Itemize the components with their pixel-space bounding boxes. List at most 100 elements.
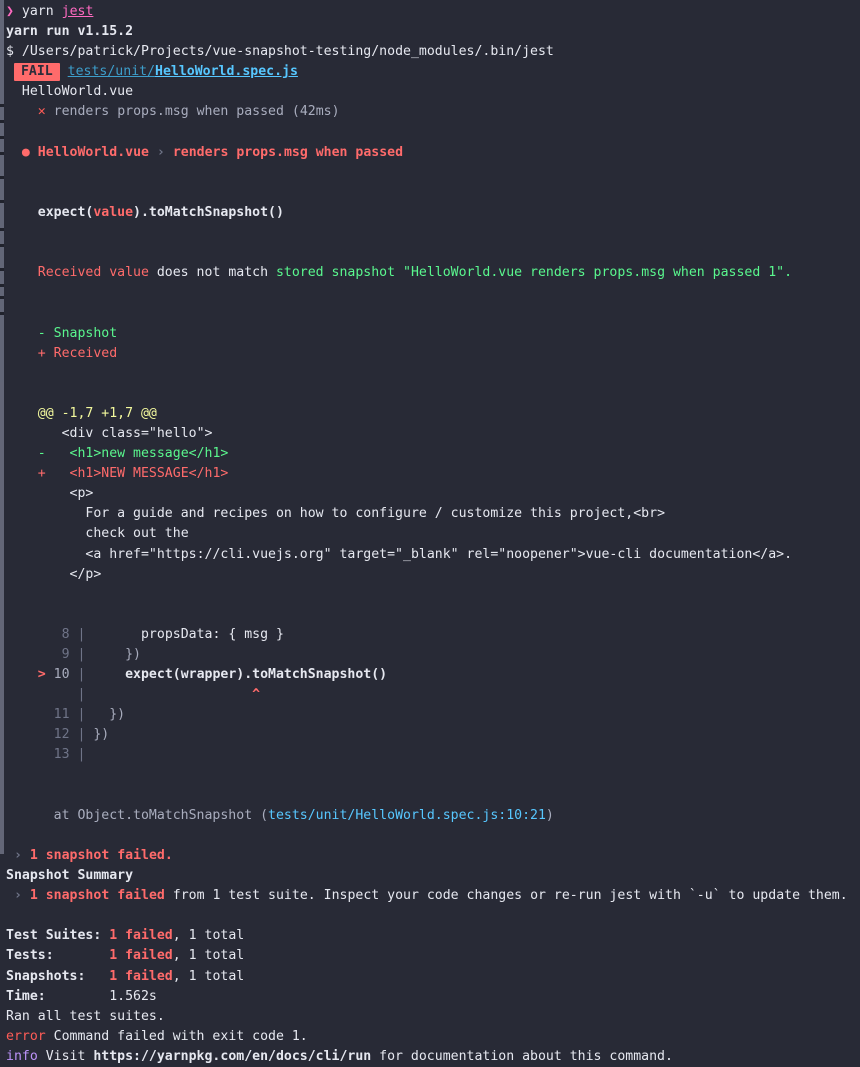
ran-all-text: Ran all test suites.	[6, 1008, 165, 1024]
yarn-binary-line: $ /Users/patrick/Projects/vue-snapshot-t…	[6, 42, 860, 62]
command-line: ❯ yarn jest	[6, 2, 860, 22]
info-line: info Visit https://yarnpkg.com/en/docs/c…	[6, 1047, 860, 1067]
diff-line-context: <a href="https://cli.vuejs.org" target="…	[6, 545, 860, 565]
totals-label: Test Suites:	[6, 928, 110, 944]
dollar-sign: $	[6, 44, 14, 60]
arrow-icon: ›	[13, 888, 22, 904]
error-line: error Command failed with exit code 1.	[6, 1027, 860, 1047]
yarn-version-text: yarn run v1.15.2	[6, 24, 134, 40]
message-snapshot-name: "HelloWorld.vue renders props.msg when p…	[395, 265, 793, 281]
code-frame-code: expect(wrapper).toMatchSnapshot()	[93, 667, 388, 683]
totals-row: Time: 1.562s	[6, 987, 860, 1007]
totals-rest: , 1 total	[172, 928, 245, 944]
diff-sign: -	[37, 446, 46, 462]
code-frame-marker	[6, 687, 54, 702]
code-frame-row: > 10 | expect(wrapper).toMatchSnapshot()	[6, 665, 860, 685]
diff-sign	[38, 486, 46, 501]
diff-sign	[38, 426, 46, 441]
diff-text: <div class="hello">	[45, 425, 213, 441]
arrow-icon: ›	[13, 847, 22, 863]
legend-snapshot: - Snapshot	[37, 325, 118, 341]
totals-failed-count: 1 failed	[109, 928, 173, 944]
snapshot-failed-long-rest: from 1 test suite. Inspect your code cha…	[164, 888, 848, 904]
failure-message-line: Received value does not match stored sna…	[6, 263, 860, 283]
info-prefix: Visit	[37, 1048, 94, 1064]
diff-line-context: <div class="hello">	[6, 424, 860, 444]
suite-name: HelloWorld.vue	[21, 84, 134, 100]
diff-line-removed: - <h1>new message</h1>	[6, 444, 860, 464]
diff-line-added: + <h1>NEW MESSAGE</h1>	[6, 464, 860, 484]
legend-received: + Received	[37, 345, 118, 361]
stack-location[interactable]: tests/unit/HelloWorld.spec.js:10:21	[268, 808, 546, 823]
matcher-line: expect(value).toMatchSnapshot()	[6, 203, 860, 223]
diff-hunk-header-line: @@ -1,7 +1,7 @@	[6, 404, 860, 424]
cross-icon: ✕	[37, 104, 46, 120]
diff-text: </p>	[45, 566, 102, 582]
totals-row: Tests: 1 failed, 1 total	[6, 946, 860, 966]
fail-header-line: FAIL tests/unit/HelloWorld.spec.js	[6, 62, 860, 82]
info-url[interactable]: https://yarnpkg.com/en/docs/cli/run	[93, 1049, 371, 1064]
snapshot-failed-long-red: 1 snapshot failed	[29, 888, 165, 904]
snapshot-summary-heading: Snapshot Summary	[6, 868, 134, 884]
totals-block: Test Suites: 1 failed, 1 total Tests: 1 f…	[6, 926, 860, 1006]
fail-path-file[interactable]: HelloWorld.spec.js	[155, 64, 298, 79]
totals-label: Time:	[6, 988, 110, 1004]
code-frame-bar: |	[69, 667, 94, 683]
stack-close-paren: )	[545, 807, 554, 823]
diff-body: <div class="hello"> - <h1>new message</h…	[6, 424, 860, 585]
code-frame-marker	[6, 727, 54, 742]
suite-name-line: HelloWorld.vue	[6, 82, 860, 102]
diff-text: <p>	[45, 486, 94, 502]
code-frame-marker	[6, 647, 54, 662]
code-frame-marker: >	[6, 667, 54, 683]
info-suffix: for documentation about this command.	[371, 1048, 673, 1064]
code-frame-line-number: 13	[53, 747, 70, 763]
test-result-line: ✕ renders props.msg when passed (42ms)	[6, 102, 860, 122]
diff-text: check out the	[45, 526, 189, 542]
snapshot-failed-long-line: › 1 snapshot failed from 1 test suite. I…	[6, 886, 860, 906]
diff-text: <h1>NEW MESSAGE</h1>	[45, 466, 229, 482]
failure-suite: HelloWorld.vue	[37, 144, 149, 160]
code-frame-marker	[6, 627, 54, 642]
diff-sign	[38, 547, 46, 562]
diff-hunk-header: @@ -1,7 +1,7 @@	[37, 405, 157, 421]
info-tag: info	[6, 1048, 38, 1064]
legend-received-line: + Received	[6, 344, 860, 364]
test-duration: (42ms)	[291, 104, 340, 120]
diff-line-context: <p>	[6, 484, 860, 504]
message-middle: does not match	[148, 265, 276, 281]
totals-failed-count: 1 failed	[109, 968, 173, 984]
code-frame-bar: |	[69, 727, 94, 743]
yarn-version-line: yarn run v1.15.2	[6, 22, 860, 42]
ran-all-line: Ran all test suites.	[6, 1007, 860, 1027]
test-name: renders props.msg when passed	[53, 104, 284, 120]
code-frame: 8 | propsData: { msg } 9 | }) > 10 | exp…	[6, 625, 860, 766]
terminal-output: ❯ yarn jest yarn run v1.15.2 $ /Users/pa…	[0, 2, 860, 1067]
snapshot-failed-short-line: › 1 snapshot failed.	[6, 846, 860, 866]
diff-sign	[38, 526, 46, 541]
code-frame-bar: |	[69, 747, 94, 763]
fail-path-dir[interactable]: tests/unit/	[68, 64, 155, 79]
diff-text: For a guide and recipes on how to config…	[45, 506, 666, 522]
matcher-received-arg: value	[93, 204, 134, 220]
snapshot-summary-heading-line: Snapshot Summary	[6, 866, 860, 886]
bullet-icon: ●	[21, 144, 30, 160]
error-tag: error	[6, 1028, 46, 1044]
command-argument: jest	[61, 4, 94, 19]
diff-line-context: check out the	[6, 524, 860, 544]
code-frame-bar: |	[69, 707, 94, 723]
diff-sign	[38, 506, 46, 521]
snapshot-failed-short: 1 snapshot failed.	[29, 847, 173, 863]
